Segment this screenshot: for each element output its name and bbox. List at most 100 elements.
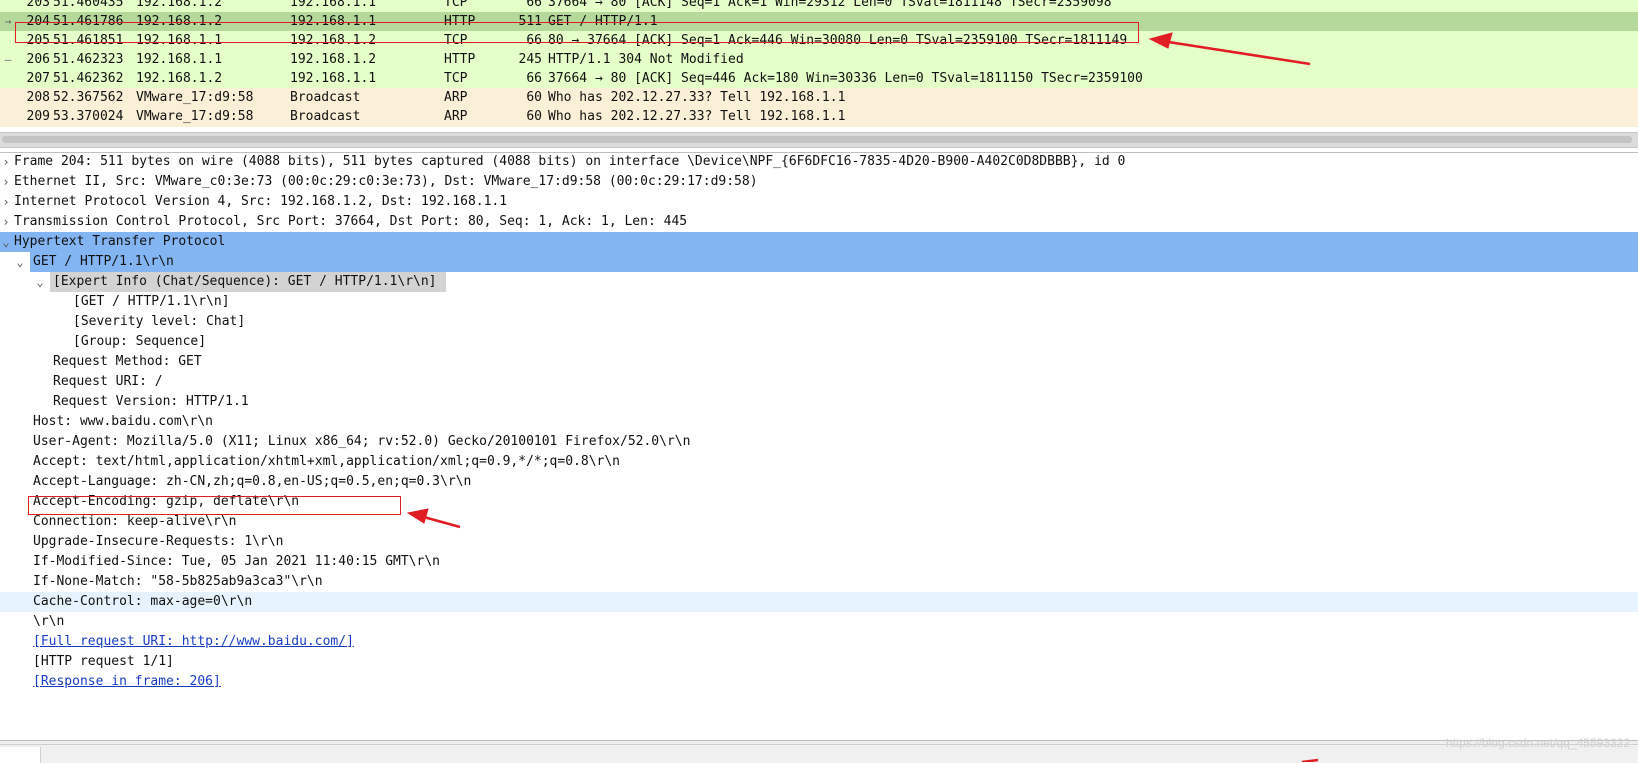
tree-item-frame[interactable]: › Frame 204: 511 bytes on wire (4088 bit… [0, 153, 1638, 172]
bytes-pane-corner [0, 747, 41, 763]
packet-length: 60 [526, 90, 542, 105]
packet-row-204-selected[interactable]: → 204 51.461786 192.168.1.2 192.168.1.1 … [0, 12, 1638, 32]
packet-info: Who has 202.12.27.33? Tell 192.168.1.1 [548, 109, 846, 124]
packet-protocol: HTTP [444, 52, 476, 67]
tree-item-crlf[interactable]: \r\n [0, 612, 1638, 632]
packet-number: 205 [26, 33, 50, 48]
bytes-pane-splitter[interactable] [0, 740, 1638, 763]
packet-row-205[interactable]: 205 51.461851 192.168.1.1 192.168.1.2 TC… [0, 31, 1638, 51]
packet-time: 51.462362 [53, 71, 124, 86]
tree-item-label: [Expert Info (Chat/Sequence): GET / HTTP… [53, 274, 437, 289]
tree-item-request-line[interactable]: ⌄ GET / HTTP/1.1\r\n [0, 252, 1638, 272]
tree-item-label: Connection: keep-alive\r\n [33, 514, 237, 529]
chevron-down-icon[interactable]: ⌄ [0, 232, 12, 252]
tree-item[interactable]: Request URI: / [0, 372, 1638, 392]
tree-item-tcp[interactable]: › Transmission Control Protocol, Src Por… [0, 212, 1638, 232]
packet-destination: Broadcast [290, 109, 361, 124]
tree-item-label: Accept-Language: zh-CN,zh;q=0.8,en-US;q=… [33, 474, 472, 489]
tree-item-label: Cache-Control: max-age=0\r\n [33, 594, 253, 609]
packet-details-pane[interactable]: › Frame 204: 511 bytes on wire (4088 bit… [0, 152, 1638, 740]
tree-item-label: If-Modified-Since: Tue, 05 Jan 2021 11:4… [33, 554, 440, 569]
packet-row-209[interactable]: 209 53.370024 VMware_17:d9:58 Broadcast … [0, 107, 1638, 127]
tree-item-label: If-None-Match: "58-5b825ab9a3ca3"\r\n [33, 574, 323, 589]
packet-protocol: ARP [444, 109, 468, 124]
chevron-right-icon[interactable]: › [0, 153, 12, 172]
packet-source: 192.168.1.1 [136, 52, 223, 67]
tree-item-accept-language[interactable]: Accept-Language: zh-CN,zh;q=0.8,en-US;q=… [0, 472, 1638, 492]
packet-row-207[interactable]: 207 51.462362 192.168.1.2 192.168.1.1 TC… [0, 69, 1638, 89]
packet-row-206[interactable]: — 206 51.462323 192.168.1.1 192.168.1.2 … [0, 50, 1638, 70]
packet-row-208[interactable]: 208 52.367562 VMware_17:d9:58 Broadcast … [0, 88, 1638, 108]
tree-item-label: Frame 204: 511 bytes on wire (4088 bits)… [14, 154, 1126, 169]
tree-item-label: Request URI: / [53, 374, 163, 389]
packet-destination: Broadcast [290, 90, 361, 105]
tree-item-http[interactable]: ⌄ Hypertext Transfer Protocol [0, 232, 1638, 252]
packet-info: Who has 202.12.27.33? Tell 192.168.1.1 [548, 90, 846, 105]
packet-time: 51.461851 [53, 33, 124, 48]
tree-item-host[interactable]: Host: www.baidu.com\r\n [0, 412, 1638, 432]
response-frame-link[interactable]: [Response in frame: 206] [33, 672, 221, 692]
tree-item-label: [Severity level: Chat] [73, 314, 246, 329]
tree-item[interactable]: [Group: Sequence] [0, 332, 1638, 352]
tree-item-cache-control[interactable]: Cache-Control: max-age=0\r\n [0, 592, 1638, 612]
packet-length: 66 [526, 71, 542, 86]
packet-source: 192.168.1.2 [136, 71, 223, 86]
tree-item-accept[interactable]: Accept: text/html,application/xhtml+xml,… [0, 452, 1638, 472]
tree-item-label: Transmission Control Protocol, Src Port:… [14, 214, 688, 229]
tree-item-expert-info[interactable]: ⌄ [Expert Info (Chat/Sequence): GET / HT… [0, 272, 1638, 292]
packet-length: 60 [526, 109, 542, 124]
watermark: https://blog.csdn.net/qq_45593322 [1445, 736, 1630, 750]
packet-destination: 192.168.1.1 [290, 71, 377, 86]
packet-number: 206 [26, 52, 50, 67]
tree-item-ipv4[interactable]: › Internet Protocol Version 4, Src: 192.… [0, 192, 1638, 212]
packet-info: HTTP/1.1 304 Not Modified [548, 52, 744, 67]
scrollbar-thumb[interactable] [2, 136, 1632, 143]
packet-destination: 192.168.1.2 [290, 52, 377, 67]
chevron-right-icon[interactable]: › [0, 212, 12, 232]
tree-item-label: \r\n [33, 614, 65, 629]
packet-number: 208 [26, 90, 50, 105]
packet-list[interactable]: 203 51.460435 192.168.1.2 192.168.1.1 TC… [0, 0, 1638, 132]
tree-item[interactable]: Request Version: HTTP/1.1 [0, 392, 1638, 412]
tree-item-label: Host: www.baidu.com\r\n [33, 414, 214, 429]
dash-icon: — [4, 53, 12, 66]
tree-item-label: Internet Protocol Version 4, Src: 192.16… [14, 194, 508, 209]
tree-item-accept-encoding[interactable]: Accept-Encoding: gzip, deflate\r\n [0, 492, 1638, 512]
tree-item-label: [Group: Sequence] [73, 334, 207, 349]
tree-item-request-count[interactable]: [HTTP request 1/1] [0, 652, 1638, 672]
packet-length: 66 [526, 33, 542, 48]
tree-item-if-modified-since[interactable]: If-Modified-Since: Tue, 05 Jan 2021 11:4… [0, 552, 1638, 572]
tree-item-label: GET / HTTP/1.1\r\n [33, 254, 174, 269]
packet-length: 511 [518, 14, 542, 29]
tree-item-connection[interactable]: Connection: keep-alive\r\n [0, 512, 1638, 532]
packet-time: 52.367562 [53, 90, 124, 105]
tree-item[interactable]: [Severity level: Chat] [0, 312, 1638, 332]
tree-item-label: Ethernet II, Src: VMware_c0:3e:73 (00:0c… [14, 174, 758, 189]
tree-item-label: Hypertext Transfer Protocol [14, 234, 226, 249]
tree-item[interactable]: Request Method: GET [0, 352, 1638, 372]
chevron-down-icon[interactable]: ⌄ [34, 272, 46, 292]
chevron-right-icon[interactable]: › [0, 172, 12, 192]
packet-info: GET / HTTP/1.1 [548, 14, 658, 29]
tree-item-ethernet[interactable]: › Ethernet II, Src: VMware_c0:3e:73 (00:… [0, 172, 1638, 192]
chevron-down-icon[interactable]: ⌄ [14, 252, 26, 272]
tree-item-label: Accept: text/html,application/xhtml+xml,… [33, 454, 620, 469]
tree-item[interactable]: [GET / HTTP/1.1\r\n] [0, 292, 1638, 312]
packet-protocol: HTTP [444, 14, 476, 29]
tree-item-user-agent[interactable]: User-Agent: Mozilla/5.0 (X11; Linux x86_… [0, 432, 1638, 452]
arrow-right-icon: → [4, 15, 12, 28]
tree-item-response-frame[interactable]: [Response in frame: 206] [0, 672, 1638, 692]
tree-item-if-none-match[interactable]: If-None-Match: "58-5b825ab9a3ca3"\r\n [0, 572, 1638, 592]
full-request-uri-link[interactable]: [Full request URI: http://www.baidu.com/… [33, 632, 354, 652]
chevron-right-icon[interactable]: › [0, 192, 12, 212]
tree-item-label: Upgrade-Insecure-Requests: 1\r\n [33, 534, 284, 549]
packet-protocol: TCP [444, 71, 468, 86]
tree-item-upgrade-insecure[interactable]: Upgrade-Insecure-Requests: 1\r\n [0, 532, 1638, 552]
packet-number: 209 [26, 109, 50, 124]
packet-time: 51.461786 [53, 14, 124, 29]
packet-info: 80 → 37664 [ACK] Seq=1 Ack=446 Win=30080… [548, 33, 1128, 48]
tree-item-label: [HTTP request 1/1] [33, 654, 174, 669]
tree-item-full-uri[interactable]: [Full request URI: http://www.baidu.com/… [0, 632, 1638, 652]
splitter-line [0, 744, 1638, 745]
packet-list-horizontal-scrollbar[interactable] [0, 132, 1638, 148]
